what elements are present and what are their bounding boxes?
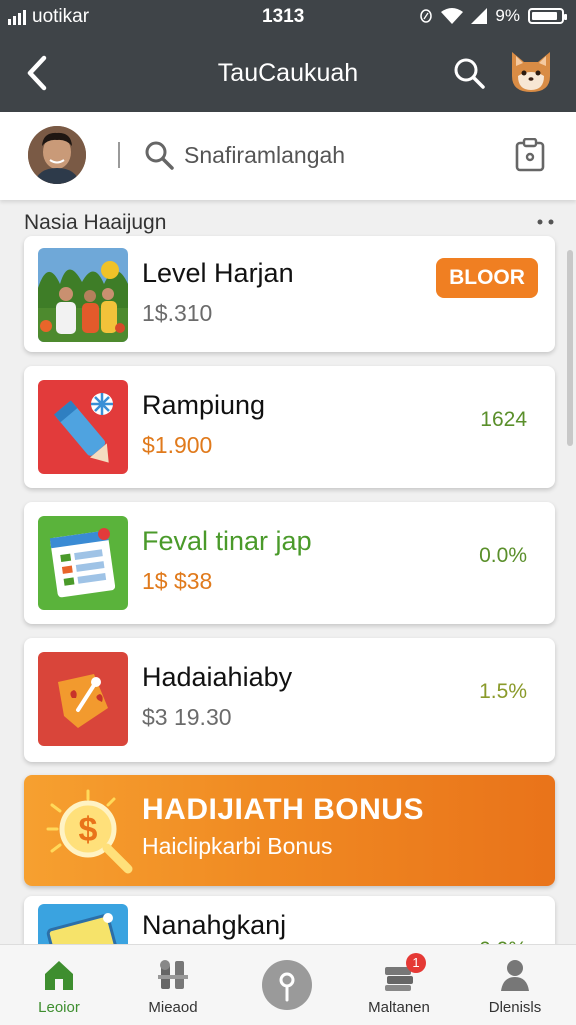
nav-item-maltanen[interactable]: 1 Maltanen <box>344 945 454 1025</box>
status-bar: uotikar 1313 9% <box>0 0 576 34</box>
card-price: $3 19.30 <box>142 704 232 730</box>
clipboard-icon[interactable] <box>514 138 546 172</box>
calendar-document-icon <box>38 516 128 610</box>
nav-label: Maltanen <box>368 999 430 1016</box>
section-title: Nasia Haaijugn <box>24 211 167 234</box>
status-icons: 9% <box>419 6 567 26</box>
search-divider <box>118 142 120 168</box>
more-options-icon[interactable] <box>536 218 556 226</box>
people-photo-icon <box>38 248 128 342</box>
card-price: $1.900 <box>142 432 213 458</box>
carrier-name: uotikar <box>32 6 90 27</box>
tools-icon <box>158 960 188 989</box>
bonus-banner[interactable]: $ HADIJIATH BONUS Haiclipkarbi Bonus <box>24 775 555 886</box>
user-photo-icon <box>28 126 86 184</box>
search-input[interactable] <box>184 140 484 170</box>
status-time: 1313 <box>262 6 305 27</box>
person-icon <box>501 960 529 991</box>
nav-label: Dlenisls <box>488 999 542 1016</box>
battery-fill <box>532 12 558 20</box>
battery-percent: 9% <box>495 6 520 25</box>
card-thumbnail <box>38 248 128 342</box>
card-title: Hadaiahiaby <box>142 662 293 692</box>
bonus-subtitle: Haiclipkarbi Bonus <box>142 833 333 859</box>
coin-magnifier-icon: $ <box>46 789 133 874</box>
claim-button[interactable]: BLOOR <box>436 258 538 298</box>
reward-card[interactable]: Level Harjan 1$.310 BLOOR <box>24 236 555 352</box>
reward-card[interactable]: Rampiung $1.900 1624 <box>24 366 555 488</box>
svg-text:$: $ <box>79 811 98 849</box>
card-stat: 1.5% <box>479 680 527 703</box>
nav-label: Mieaod <box>148 999 198 1016</box>
card-thumbnail <box>38 516 128 610</box>
pencil-ticket-icon <box>38 380 128 474</box>
search-row <box>0 112 576 200</box>
signal-icon <box>8 9 26 25</box>
nav-item-home[interactable]: Leoior <box>4 945 114 1025</box>
wifi-icon <box>441 8 464 24</box>
card-thumbnail <box>38 652 128 746</box>
alarm-icon <box>420 9 433 23</box>
nav-item-mieaod[interactable]: Mieaod <box>118 945 228 1025</box>
bonus-title: HADIJIATH BONUS <box>142 793 424 826</box>
card-price: 1$.310 <box>142 300 213 326</box>
card-title: Level Harjan <box>142 258 294 288</box>
card-stat: 0.0% <box>479 544 527 567</box>
notification-badge: 1 <box>406 953 426 973</box>
center-action-button[interactable] <box>262 960 312 1010</box>
reward-card[interactable]: Feval tinar jap 1$ $38 0.0% <box>24 502 555 624</box>
nav-label: Leoior <box>38 999 80 1016</box>
card-title: Feval tinar jap <box>142 526 312 556</box>
carrier-info: uotikar <box>8 6 89 28</box>
nav-item-profile[interactable]: Dlenisls <box>460 945 570 1025</box>
cat-avatar-icon[interactable] <box>506 46 556 96</box>
battery-icon <box>528 8 567 24</box>
card-title: Rampiung <box>142 390 266 420</box>
card-stat: 1624 <box>480 408 527 431</box>
user-avatar[interactable] <box>28 126 86 184</box>
search-icon[interactable] <box>452 56 486 90</box>
page-title: TauCaukuah <box>217 59 359 87</box>
card-price: 1$ $38 <box>142 568 213 594</box>
app-header: TauCaukuah <box>0 34 576 112</box>
card-thumbnail <box>38 380 128 474</box>
home-icon <box>45 961 73 990</box>
cell-signal-icon <box>471 8 488 24</box>
scrollbar[interactable] <box>567 250 573 446</box>
pin-icon <box>279 972 295 1002</box>
card-title: Nanahgkanj <box>142 910 287 940</box>
search-icon <box>145 141 174 170</box>
reward-card[interactable]: Hadaiahiaby $3 19.30 1.5% <box>24 638 555 762</box>
gift-tag-icon <box>38 652 128 746</box>
